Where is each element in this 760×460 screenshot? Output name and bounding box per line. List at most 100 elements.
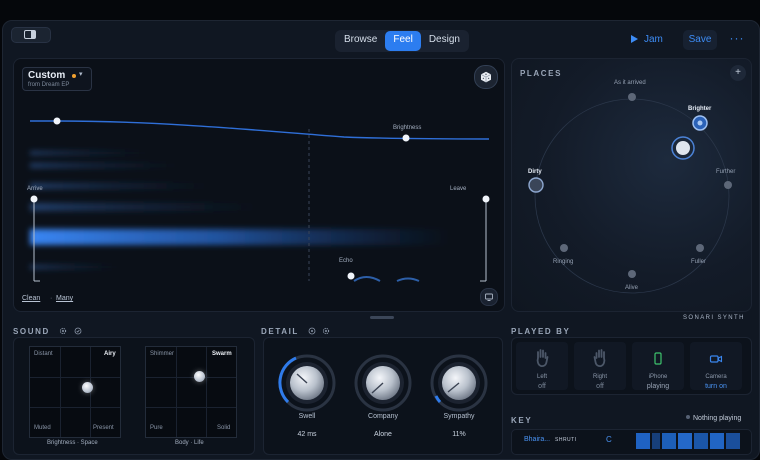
pad-corner-label: Distant — [34, 351, 53, 357]
play-icon — [631, 35, 638, 43]
place-label: Brighter — [688, 106, 712, 112]
pad-corner-label: Muted — [34, 425, 51, 431]
preset-selector[interactable]: Custom from Dream EP ▾ — [22, 67, 92, 91]
jam-label: Jam — [644, 34, 663, 45]
knob-name: Sympathy — [443, 413, 475, 420]
grid-line — [146, 377, 236, 378]
sidebar-toggle-button[interactable] — [11, 27, 51, 43]
pad-handle[interactable] — [82, 382, 93, 393]
place-label: As it arrived — [614, 80, 646, 86]
knob-value: 11% — [452, 431, 466, 438]
grid-line — [146, 407, 236, 408]
leave-handle[interactable] — [482, 195, 490, 203]
swell-knob[interactable] — [278, 354, 336, 412]
place-label: Dirty — [528, 169, 542, 175]
sidebar-icon — [24, 30, 36, 39]
source-name: iPhone — [648, 374, 668, 380]
brightness-space-pad[interactable]: Distant Airy Muted Present — [29, 346, 121, 438]
key-status-text: Nothing playing — [693, 415, 742, 422]
brightness-handle[interactable] — [402, 134, 410, 142]
display-mode-button[interactable] — [480, 288, 498, 306]
key-block — [652, 433, 660, 449]
key-panel: Bhaira... SHRUTI C — [511, 429, 752, 455]
spectral-band — [30, 151, 150, 155]
tab-feel[interactable]: Feel — [385, 31, 421, 51]
phone-icon — [632, 348, 684, 371]
source-right-hand[interactable]: Right off — [574, 342, 626, 390]
place-point[interactable] — [724, 181, 732, 189]
key-block — [678, 433, 692, 449]
pad-corner-label: Pure — [150, 425, 163, 431]
sympathy-knob[interactable] — [430, 354, 488, 412]
raga-selector[interactable]: Bhaira... — [524, 436, 550, 443]
feel-panel: Custom from Dream EP ▾ Arrive Leave Brig… — [13, 58, 505, 312]
places-panel: PLACES + As it arrived Brighter Further … — [511, 58, 752, 312]
place-point[interactable] — [696, 244, 704, 252]
pad-caption: Body · Life — [175, 440, 204, 446]
toolbar: Browse Feel Design Jam Save ··· — [3, 21, 759, 59]
source-status: off — [596, 383, 604, 390]
place-label: Ringing — [553, 259, 574, 265]
pad-corner-label: Present — [93, 425, 114, 431]
link-icon[interactable] — [74, 327, 82, 335]
spectral-band — [30, 183, 210, 189]
hand-icon — [574, 348, 626, 373]
place-point[interactable] — [528, 177, 544, 193]
grid-line — [30, 377, 120, 378]
knob-value: 42 ms — [297, 431, 317, 438]
place-point-core — [697, 120, 703, 126]
resize-handle[interactable] — [370, 316, 394, 319]
tab-design[interactable]: Design — [421, 31, 468, 51]
shruti-toggle[interactable]: SHRUTI — [555, 437, 577, 443]
pad-corner-label: Airy — [104, 351, 116, 357]
key-note-selector[interactable]: C — [606, 435, 612, 444]
source-name: Right — [592, 374, 607, 380]
pad-corner-label: Shimmer — [150, 351, 175, 357]
info-icon[interactable] — [308, 327, 316, 335]
settings-icon[interactable] — [59, 327, 67, 335]
pad-caption: Brightness · Space — [47, 440, 98, 446]
pad-handle[interactable] — [194, 371, 205, 382]
hand-icon — [516, 348, 568, 373]
place-point[interactable] — [628, 93, 636, 101]
pad-corner-label: Swarm — [212, 351, 232, 357]
tab-browse[interactable]: Browse — [336, 31, 385, 51]
key-block — [636, 433, 650, 449]
settings-icon[interactable] — [322, 327, 330, 335]
arrive-label: Arrive — [27, 186, 43, 192]
app-window: Browse Feel Design Jam Save ··· Custom f… — [2, 20, 760, 460]
arrive-handle[interactable] — [30, 195, 38, 203]
many-link[interactable]: Many — [56, 295, 73, 302]
current-position-handle[interactable] — [676, 141, 690, 155]
leave-label: Leave — [450, 186, 467, 192]
place-point[interactable] — [560, 244, 568, 252]
monitor-icon — [485, 293, 493, 301]
knob-name: Company — [368, 413, 398, 420]
body-life-pad[interactable]: Shimmer Swarm Pure Solid — [145, 346, 237, 438]
echo-handle[interactable] — [347, 272, 355, 280]
source-iphone[interactable]: iPhone playing — [632, 342, 684, 390]
camera-turn-on-link[interactable]: turn on — [690, 383, 742, 390]
source-left-hand[interactable]: Left off — [516, 342, 568, 390]
played-by-panel: Left off Right off iPhone playing Camera… — [511, 337, 752, 395]
company-knob[interactable] — [354, 354, 412, 412]
spectral-band — [30, 265, 120, 269]
brightness-start-handle[interactable] — [53, 117, 61, 125]
key-block — [710, 433, 724, 449]
detail-title-text: DETAIL — [261, 327, 299, 336]
brand-label: SONARI SYNTH — [683, 315, 745, 321]
jam-button[interactable]: Jam — [631, 30, 677, 50]
sound-panel: Distant Airy Muted Present Brightness · … — [13, 337, 255, 455]
clean-link[interactable]: Clean — [22, 295, 40, 302]
randomize-button[interactable] — [474, 65, 498, 89]
place-label: Alive — [625, 285, 639, 291]
save-button[interactable]: Save — [683, 30, 717, 50]
grid-line — [60, 347, 61, 437]
more-options-button[interactable]: ··· — [725, 30, 749, 50]
feel-visualization — [30, 117, 490, 282]
source-camera[interactable]: Camera turn on — [690, 342, 742, 390]
echo-tail — [396, 277, 420, 282]
place-point[interactable] — [628, 270, 636, 278]
echo-label: Echo — [339, 258, 353, 264]
knob-value: Alone — [374, 431, 392, 438]
